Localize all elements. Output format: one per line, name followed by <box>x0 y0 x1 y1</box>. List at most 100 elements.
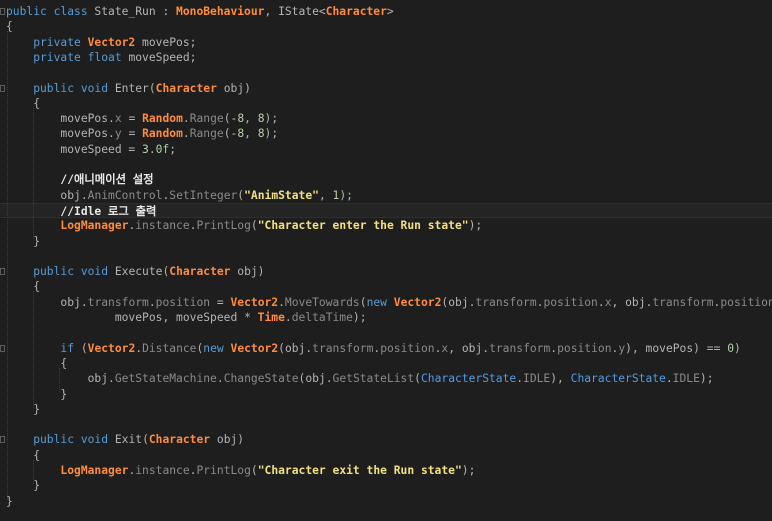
code-token: obj) <box>237 265 265 279</box>
code-line[interactable]: public class State_Run : MonoBehaviour, … <box>0 4 772 19</box>
code-line[interactable]: if (Vector2.Distance(new Vector2(obj.tra… <box>0 341 772 356</box>
code-line[interactable]: { <box>0 356 772 371</box>
code-token: x <box>114 112 122 126</box>
code-line-text: { <box>6 279 40 294</box>
code-token: { <box>6 96 41 110</box>
code-line-text: moveSpeed = 3.0f; <box>6 142 176 157</box>
code-token: ) <box>693 341 700 355</box>
code-line[interactable]: obj.GetStateMachine.ChangeState(obj.GetS… <box>0 371 772 386</box>
code-editor[interactable]: public class State_Run : MonoBehaviour, … <box>0 0 772 521</box>
fold-toggle-icon[interactable] <box>0 268 5 276</box>
code-line-text: movePos.x = Random.Range(-8, 8); <box>6 111 278 126</box>
code-token: obj <box>625 295 646 309</box>
code-token: obj) <box>216 433 245 447</box>
code-token: position <box>720 295 772 309</box>
code-token: . <box>665 372 673 386</box>
code-line[interactable]: public void Execute(Character obj) <box>0 264 772 279</box>
code-token: transform <box>475 295 537 309</box>
code-token: public <box>6 433 81 447</box>
fold-toggle-icon[interactable] <box>0 344 5 352</box>
code-line[interactable]: LogManager.instance.PrintLog("Character … <box>0 463 772 478</box>
code-token: obj <box>6 295 81 309</box>
code-token: Distance <box>142 341 197 355</box>
code-token: . <box>80 295 88 309</box>
code-token: AnimControl <box>87 188 163 202</box>
code-line[interactable]: } <box>0 234 772 249</box>
code-token: ); <box>264 127 279 141</box>
code-token: transform <box>87 295 149 309</box>
code-line[interactable]: { <box>0 19 772 34</box>
code-token: Character <box>169 265 238 279</box>
code-token: Execute <box>114 265 163 279</box>
code-token: transform <box>489 341 551 355</box>
code-token: . <box>80 188 88 202</box>
code-line-text: public void Exit(Character obj) <box>6 432 244 447</box>
code-line[interactable]: public void Exit(Character obj) <box>0 432 772 447</box>
code-token: IDLE <box>523 372 551 386</box>
code-line[interactable]: { <box>0 448 772 463</box>
code-token: ( <box>223 112 231 126</box>
code-line-text: obj.AnimControl.SetInteger("AnimState", … <box>6 188 353 203</box>
code-line-text: } <box>6 478 40 493</box>
code-token: Exit <box>114 433 143 447</box>
code-token: ( <box>278 341 285 355</box>
code-line[interactable]: { <box>0 96 772 111</box>
code-line[interactable]: //Idle 로그 출력 <box>0 202 772 219</box>
code-line-text: { <box>6 96 40 111</box>
code-line[interactable] <box>0 249 772 264</box>
code-token: ( <box>250 464 258 477</box>
code-line[interactable]: obj.AnimControl.SetInteger("AnimState", … <box>0 188 772 203</box>
code-line[interactable]: private float moveSpeed; <box>0 50 772 65</box>
code-line[interactable]: movePos.x = Random.Range(-8, 8); <box>0 111 772 126</box>
code-token: ); <box>468 219 483 233</box>
code-token: . <box>284 311 292 324</box>
code-line[interactable] <box>0 157 772 172</box>
fold-toggle-icon[interactable] <box>0 84 5 92</box>
code-token: moveSpeed; <box>128 50 197 64</box>
code-token: . <box>108 127 115 141</box>
code-token: PrintLog <box>196 219 251 233</box>
fold-toggle-icon[interactable] <box>0 8 5 15</box>
code-line-text: //애니메이션 설정 <box>6 172 153 187</box>
code-token: , <box>162 311 177 324</box>
code-line[interactable]: } <box>0 494 772 509</box>
code-token: . <box>108 372 115 386</box>
code-line[interactable]: obj.transform.position = Vector2.MoveTow… <box>0 295 772 310</box>
code-line[interactable]: movePos, moveSpeed * Time.deltaTime); <box>0 310 772 325</box>
code-token: ), <box>550 372 571 386</box>
code-token: public <box>6 81 81 95</box>
code-line-text: obj.transform.position = Vector2.MoveTow… <box>6 295 772 310</box>
code-token: , <box>318 188 333 202</box>
indent-guide <box>7 31 8 500</box>
code-line[interactable]: movePos.y = Random.Range(-8, 8); <box>0 126 772 141</box>
code-line[interactable] <box>0 417 772 432</box>
fold-toggle-icon[interactable] <box>0 436 5 444</box>
code-line[interactable] <box>0 325 772 340</box>
code-line[interactable]: private Vector2 movePos; <box>0 35 772 50</box>
code-line[interactable]: } <box>0 478 772 493</box>
code-line-text: { <box>6 448 40 463</box>
code-token: = <box>121 112 143 126</box>
code-token: instance <box>135 464 190 477</box>
code-line[interactable]: //애니메이션 설정 <box>0 172 772 187</box>
code-token: ( <box>80 341 88 355</box>
code-line[interactable]: } <box>0 402 772 417</box>
code-token: 0 <box>727 341 734 355</box>
code-token: position <box>557 341 612 355</box>
code-line[interactable]: moveSpeed = 3.0f; <box>0 142 772 157</box>
code-line-text: } <box>6 234 40 249</box>
code-line[interactable]: public void Enter(Character obj) <box>0 81 772 96</box>
code-line[interactable] <box>0 65 772 80</box>
code-line[interactable]: { <box>0 279 772 294</box>
code-token: float <box>87 50 129 64</box>
code-token: MonoBehaviour <box>176 5 265 18</box>
code-token: MoveTowards <box>284 295 360 309</box>
code-line-text: private float moveSpeed; <box>6 50 196 65</box>
code-line[interactable]: LogManager.instance.PrintLog("Character … <box>0 218 772 233</box>
code-token: Vector2 <box>393 295 442 309</box>
code-token: new <box>366 295 394 309</box>
code-token: //Idle 로그 출력 <box>6 204 157 218</box>
code-token: * <box>237 311 258 324</box>
code-token: void <box>80 433 115 447</box>
code-line[interactable]: } <box>0 387 772 402</box>
